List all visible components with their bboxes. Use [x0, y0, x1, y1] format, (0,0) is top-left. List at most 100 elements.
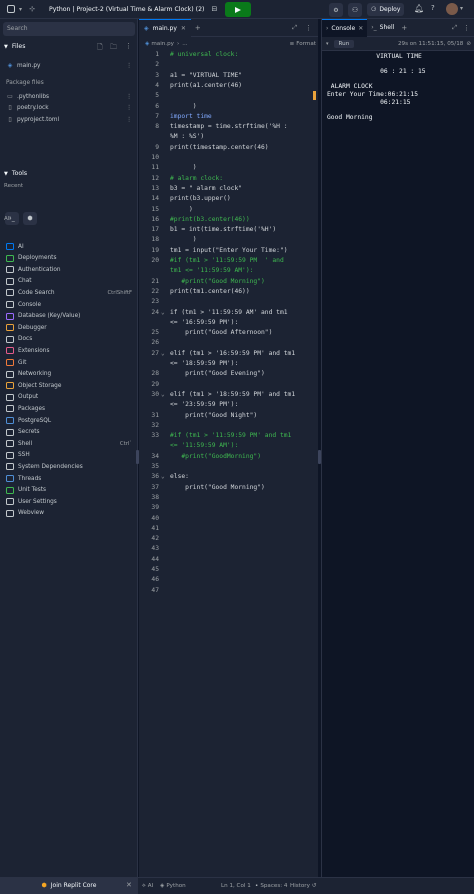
format-icon: ≡ — [289, 40, 295, 47]
new-file-icon[interactable]: 🗋︎ — [97, 43, 103, 54]
fold-chevron-icon[interactable]: ⌄ — [161, 391, 165, 398]
fold-chevron-icon[interactable]: ⌄ — [161, 350, 165, 357]
project-icon[interactable]: ⊹ — [25, 2, 39, 16]
history-icon: ↺ — [311, 883, 317, 889]
tool-item[interactable]: Output — [6, 392, 132, 403]
line-number: 17 — [151, 226, 159, 234]
more-icon[interactable]: ⋮ — [126, 94, 132, 100]
line-number: 22 — [151, 287, 159, 295]
bug-icon[interactable]: ⚙ — [329, 3, 343, 17]
avatar-chevron-icon[interactable]: ▾ — [460, 5, 463, 12]
files-header[interactable]: ▼ Files — [4, 43, 25, 50]
expand-icon[interactable]: ⤢ — [292, 24, 297, 32]
tool-item[interactable]: Database (Key/Value) — [6, 311, 132, 322]
fold-chevron-icon[interactable]: ⌄ — [161, 309, 165, 316]
package-file-item[interactable]: ▭ .pythonlibs ⋮ — [6, 91, 132, 102]
recent-deployments-icon[interactable]: ⬢ — [23, 212, 37, 225]
tool-item[interactable]: Console — [6, 299, 132, 310]
tool-item[interactable]: Packages — [6, 403, 132, 414]
chevron-down-icon[interactable]: ▾ — [19, 6, 22, 13]
clear-console-icon[interactable]: ⊘ — [466, 41, 471, 47]
code-line: a1 = "VIRTUAL TIME" — [170, 71, 243, 79]
tool-item[interactable]: User Settings — [6, 496, 132, 507]
tool-item[interactable]: PostgreSQL — [6, 415, 132, 426]
cursor-position[interactable]: Ln 1, Col 1 — [221, 883, 251, 889]
core-icon: ⬢ — [41, 882, 47, 889]
tool-item[interactable]: Code Search CtrlShiftF — [6, 287, 132, 298]
tool-icon — [6, 277, 14, 285]
tool-item[interactable]: Git — [6, 357, 132, 368]
close-icon[interactable]: ✕ — [358, 25, 363, 32]
tool-item[interactable]: Debugger — [6, 322, 132, 333]
tool-item[interactable]: System Dependencies — [6, 461, 132, 472]
tab-console[interactable]: › Console ✕ — [322, 18, 368, 37]
invite-icon[interactable]: ⚇ — [348, 3, 362, 17]
tool-item[interactable]: Unit Tests — [6, 485, 132, 496]
add-tab-icon[interactable]: + — [401, 24, 407, 32]
package-file-item[interactable]: ▯ pyproject.toml ⋮ — [6, 114, 132, 125]
breadcrumb-file[interactable]: main.py — [151, 41, 174, 47]
more-icon[interactable]: ⋮ — [126, 63, 132, 69]
editor-menu-icon[interactable]: ⋮ — [305, 24, 312, 32]
breadcrumb-more[interactable]: ... — [182, 41, 187, 47]
tool-item[interactable]: SSH — [6, 450, 132, 461]
files-menu-icon[interactable]: ⋮ — [125, 42, 132, 50]
help-icon[interactable]: ? — [431, 4, 435, 12]
tool-item[interactable]: Object Storage — [6, 380, 132, 391]
fold-chevron-icon[interactable]: ⌄ — [161, 473, 165, 480]
spaces-setting[interactable]: • Spaces: 4 — [255, 883, 288, 889]
repl-menu-icon[interactable]: ⊟ — [207, 2, 221, 16]
tab-main-py[interactable]: ◈ main.py ✕ — [139, 18, 191, 37]
add-tab-icon[interactable]: + — [195, 24, 201, 32]
code-line: print(b3.upper() — [170, 195, 231, 203]
language-status[interactable]: ◈ Python — [160, 883, 186, 889]
console-run-button[interactable]: Run — [333, 39, 355, 48]
close-icon[interactable]: ✕ — [126, 881, 132, 889]
search-input[interactable]: Search — [3, 22, 135, 36]
tools-header[interactable]: ▼ Tools — [4, 170, 27, 177]
tool-item[interactable]: Shell Ctrl` — [6, 438, 132, 449]
tool-label: Docs — [18, 336, 33, 343]
tool-icon — [6, 417, 14, 424]
tool-item[interactable]: Webview — [6, 508, 132, 519]
tool-item[interactable]: Threads — [6, 473, 132, 484]
tool-item[interactable]: Authentication — [6, 264, 132, 275]
close-icon[interactable]: ✕ — [181, 25, 186, 32]
tool-shortcut: Ctrl` — [119, 440, 132, 447]
expand-icon[interactable]: ⤢ — [452, 24, 457, 32]
project-title[interactable]: Python | Project-2 (Virtual Time & Alarm… — [49, 6, 204, 13]
tool-item[interactable]: Deployments — [6, 253, 132, 264]
code-line: timestamp = time.strftime('%H : — [170, 123, 288, 131]
line-number: 39 — [151, 504, 159, 512]
run-button[interactable] — [225, 2, 251, 17]
tool-item[interactable]: Extensions — [6, 345, 132, 356]
new-folder-icon[interactable]: 🗀︎ — [110, 43, 117, 54]
line-number: 12 — [151, 174, 159, 182]
deploy-button[interactable]: ⚆ Deploy — [367, 3, 405, 16]
tool-item[interactable]: Secrets — [6, 427, 132, 438]
console-menu-icon[interactable]: ⋮ — [463, 24, 470, 32]
join-replit-core-button[interactable]: ⬢ Join Replit Core — [0, 877, 138, 894]
line-number: 11 — [151, 164, 159, 172]
more-icon[interactable]: ⋮ — [126, 105, 132, 111]
more-icon[interactable]: ⋮ — [126, 117, 132, 123]
package-file-item[interactable]: ▯ poetry.lock ⋮ — [6, 102, 132, 113]
file-item-main-py[interactable]: ◈ main.py ⋮ — [6, 60, 132, 71]
ai-status[interactable]: ⟡ AI — [142, 883, 153, 890]
tool-item[interactable]: Networking — [6, 369, 132, 380]
replit-logo-icon[interactable] — [7, 5, 15, 13]
tool-item[interactable]: Chat — [6, 276, 132, 287]
tool-icon — [6, 359, 14, 366]
bell-icon[interactable]: 🔔︎ — [414, 4, 424, 13]
avatar[interactable] — [446, 3, 458, 15]
tab-shell[interactable]: ›_ Shell — [367, 19, 398, 37]
chevron-down-icon[interactable]: ▾ — [326, 41, 329, 47]
history-button[interactable]: History ↺ — [290, 883, 317, 889]
code-line: elif (tm1 > '16:59:59 PM' and tm1 — [170, 349, 296, 357]
scrollbar-marker[interactable] — [313, 91, 316, 100]
line-number: 38 — [151, 493, 159, 501]
tool-item[interactable]: AI — [6, 241, 132, 252]
tool-item[interactable]: Docs — [6, 334, 132, 345]
console-output[interactable]: VIRTUAL TIME 06 : 21 : 15 ALARM CLOCK Ent… — [327, 53, 474, 121]
format-button[interactable]: ≡ Format — [290, 41, 316, 47]
